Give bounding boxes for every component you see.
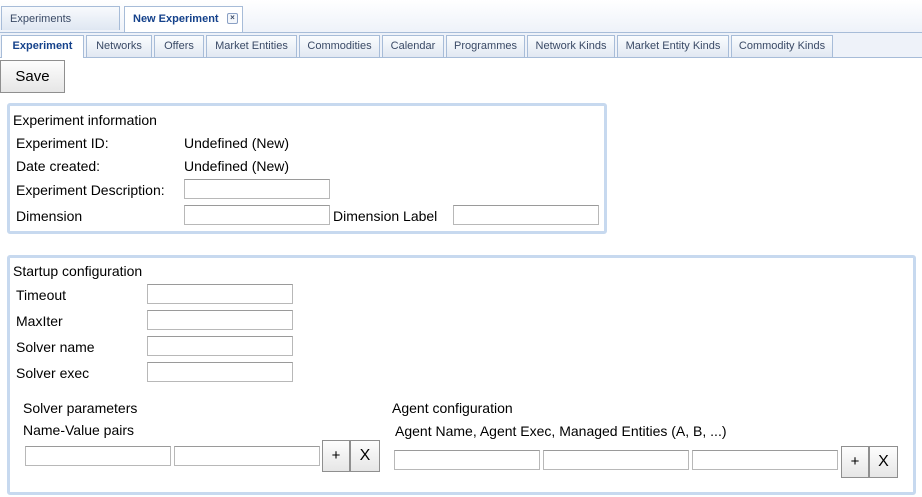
tab-label: Experiment [12,40,73,52]
tab-label: Commodities [307,40,372,52]
save-button[interactable]: Save [0,60,65,93]
agent-configuration-subtitle: Agent Name, Agent Exec, Managed Entities… [395,423,727,439]
tab-programmes[interactable]: Programmes [446,35,525,57]
tab-networks[interactable]: Networks [86,35,152,57]
add-agent-button[interactable]: + [841,446,869,478]
solver-exec-label: Solver exec [16,365,90,381]
remove-solver-param-button[interactable]: X [350,440,380,472]
tab-label: Offers [164,40,194,52]
date-created-label: Date created: [16,158,101,174]
solver-parameters-title: Solver parameters [23,400,138,416]
tab-market-entities[interactable]: Market Entities [206,35,297,57]
tab-commodity-kinds[interactable]: Commodity Kinds [731,35,833,57]
tab-label: Market Entity Kinds [625,40,721,52]
name-value-pairs-label: Name-Value pairs [23,422,135,438]
timeout-input[interactable] [147,284,293,304]
solver-param-value-input[interactable] [174,446,320,466]
close-icon[interactable]: × [227,13,238,24]
dimension-input[interactable] [184,205,330,225]
managed-entities-input[interactable] [692,450,838,470]
tab-label: Network Kinds [535,40,607,52]
tab-market-entity-kinds[interactable]: Market Entity Kinds [617,35,729,57]
dimension-label: Dimension [16,208,83,224]
tab-label: Calendar [390,40,436,52]
date-created-value: Undefined (New) [184,158,290,174]
agent-name-input[interactable] [394,450,540,470]
tab-label: Market Entities [215,40,288,52]
solver-exec-input[interactable] [147,362,293,382]
agent-exec-input[interactable] [543,450,689,470]
experiment-id-value: Undefined (New) [184,135,290,151]
dimension-label-input[interactable] [453,205,599,225]
tab-label: Programmes [454,40,517,52]
tab-offers[interactable]: Offers [154,35,204,57]
tab-commodities[interactable]: Commodities [299,35,380,57]
solver-name-label: Solver name [16,339,95,355]
add-solver-param-button[interactable]: + [322,440,350,472]
tab-label: Commodity Kinds [738,40,826,52]
maxiter-input[interactable] [147,310,293,330]
experiment-description-input[interactable] [184,179,330,199]
solver-name-input[interactable] [147,336,293,356]
experiment-description-label: Experiment Description: [16,182,165,198]
tab-experiments-browser[interactable]: Experiments Browser [1,6,120,49]
tab-calendar[interactable]: Calendar [382,35,444,57]
solver-param-name-input[interactable] [25,446,171,466]
experiment-id-label: Experiment ID: [16,135,109,151]
sub-tab-bar: Experiment Networks Offers Market Entiti… [0,33,922,58]
agent-configuration-title: Agent configuration [392,400,513,416]
maxiter-label: MaxIter [16,313,63,329]
dimension-label-label: Dimension Label [333,208,438,224]
top-tab-bar: Experiments Browser New Experiment × [0,0,922,49]
tab-label: New Experiment [133,13,219,25]
tab-label: Networks [96,40,142,52]
experiment-information-title: Experiment information [13,112,157,128]
tab-experiment[interactable]: Experiment [1,35,84,58]
timeout-label: Timeout [16,287,67,303]
tab-network-kinds[interactable]: Network Kinds [527,35,615,57]
startup-configuration-title: Startup configuration [13,263,143,279]
tab-new-experiment[interactable]: New Experiment × [124,6,243,32]
remove-agent-button[interactable]: X [869,446,898,478]
